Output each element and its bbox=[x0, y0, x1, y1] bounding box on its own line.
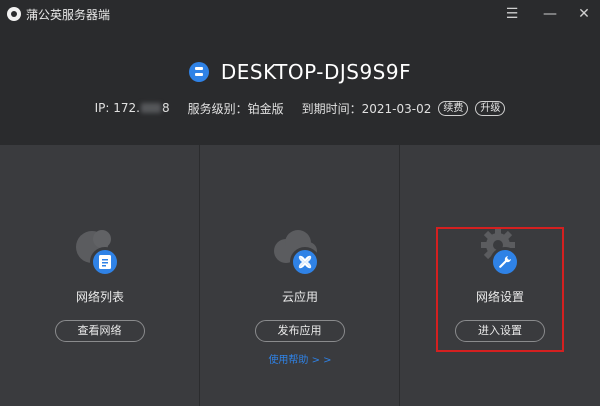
publish-app-button[interactable]: 发布应用 bbox=[254, 320, 345, 342]
ip-tail: 8 bbox=[161, 101, 170, 115]
service-level: 服务级别：铂金版 bbox=[187, 101, 284, 116]
server-icon bbox=[188, 62, 209, 82]
cloud-apps-icon bbox=[289, 247, 320, 277]
hostname: DESKTOP-DJS9S9F bbox=[220, 60, 412, 84]
hostname-row: DESKTOP-DJS9S9F bbox=[0, 58, 600, 86]
close-button[interactable]: ✕ bbox=[568, 0, 600, 28]
app-logo-icon bbox=[7, 7, 21, 21]
app-title: 蒲公英服务器端 bbox=[26, 8, 111, 22]
panel-label-cloud-apps: 云应用 bbox=[281, 290, 318, 304]
cloud-apps-icon-group bbox=[272, 227, 328, 277]
device-header: DESKTOP-DJS9S9F IP: 172. 8 服务级别：铂金版 到期时间… bbox=[0, 28, 600, 145]
device-info-row: IP: 172. 8 服务级别：铂金版 到期时间：2021-03-02 续费 升… bbox=[0, 100, 600, 116]
upgrade-button[interactable]: 升级 bbox=[475, 100, 506, 116]
view-network-button[interactable]: 查看网络 bbox=[54, 320, 145, 342]
panel-cloud-apps: 云应用 发布应用 使用帮助 > > bbox=[200, 145, 400, 406]
minimize-button[interactable]: — bbox=[534, 0, 566, 28]
renew-button[interactable]: 续费 bbox=[438, 100, 469, 116]
network-list-icon-group bbox=[72, 227, 128, 277]
ip-redaction bbox=[140, 103, 161, 113]
expiry-date: 到期时间：2021-03-02 bbox=[301, 101, 432, 116]
panel-network-list: 网络列表 查看网络 bbox=[0, 145, 200, 406]
help-link[interactable]: 使用帮助 > > bbox=[200, 351, 400, 366]
highlight-box bbox=[436, 227, 564, 352]
title-bar: 蒲公英服务器端 ☰ — ✕ bbox=[0, 0, 600, 28]
ip-label: IP: 172. bbox=[94, 101, 140, 115]
panel-label-network-list: 网络列表 bbox=[75, 290, 124, 304]
feature-panels: 网络列表 查看网络 云应用 发布应用 使用帮助 > > 网络设置 进入设置 bbox=[0, 145, 600, 406]
panel-network-settings: 网络设置 进入设置 bbox=[400, 145, 600, 406]
ip-address: IP: 172. 8 bbox=[95, 101, 170, 115]
menu-button[interactable]: ☰ bbox=[496, 0, 528, 28]
list-icon bbox=[89, 247, 120, 277]
